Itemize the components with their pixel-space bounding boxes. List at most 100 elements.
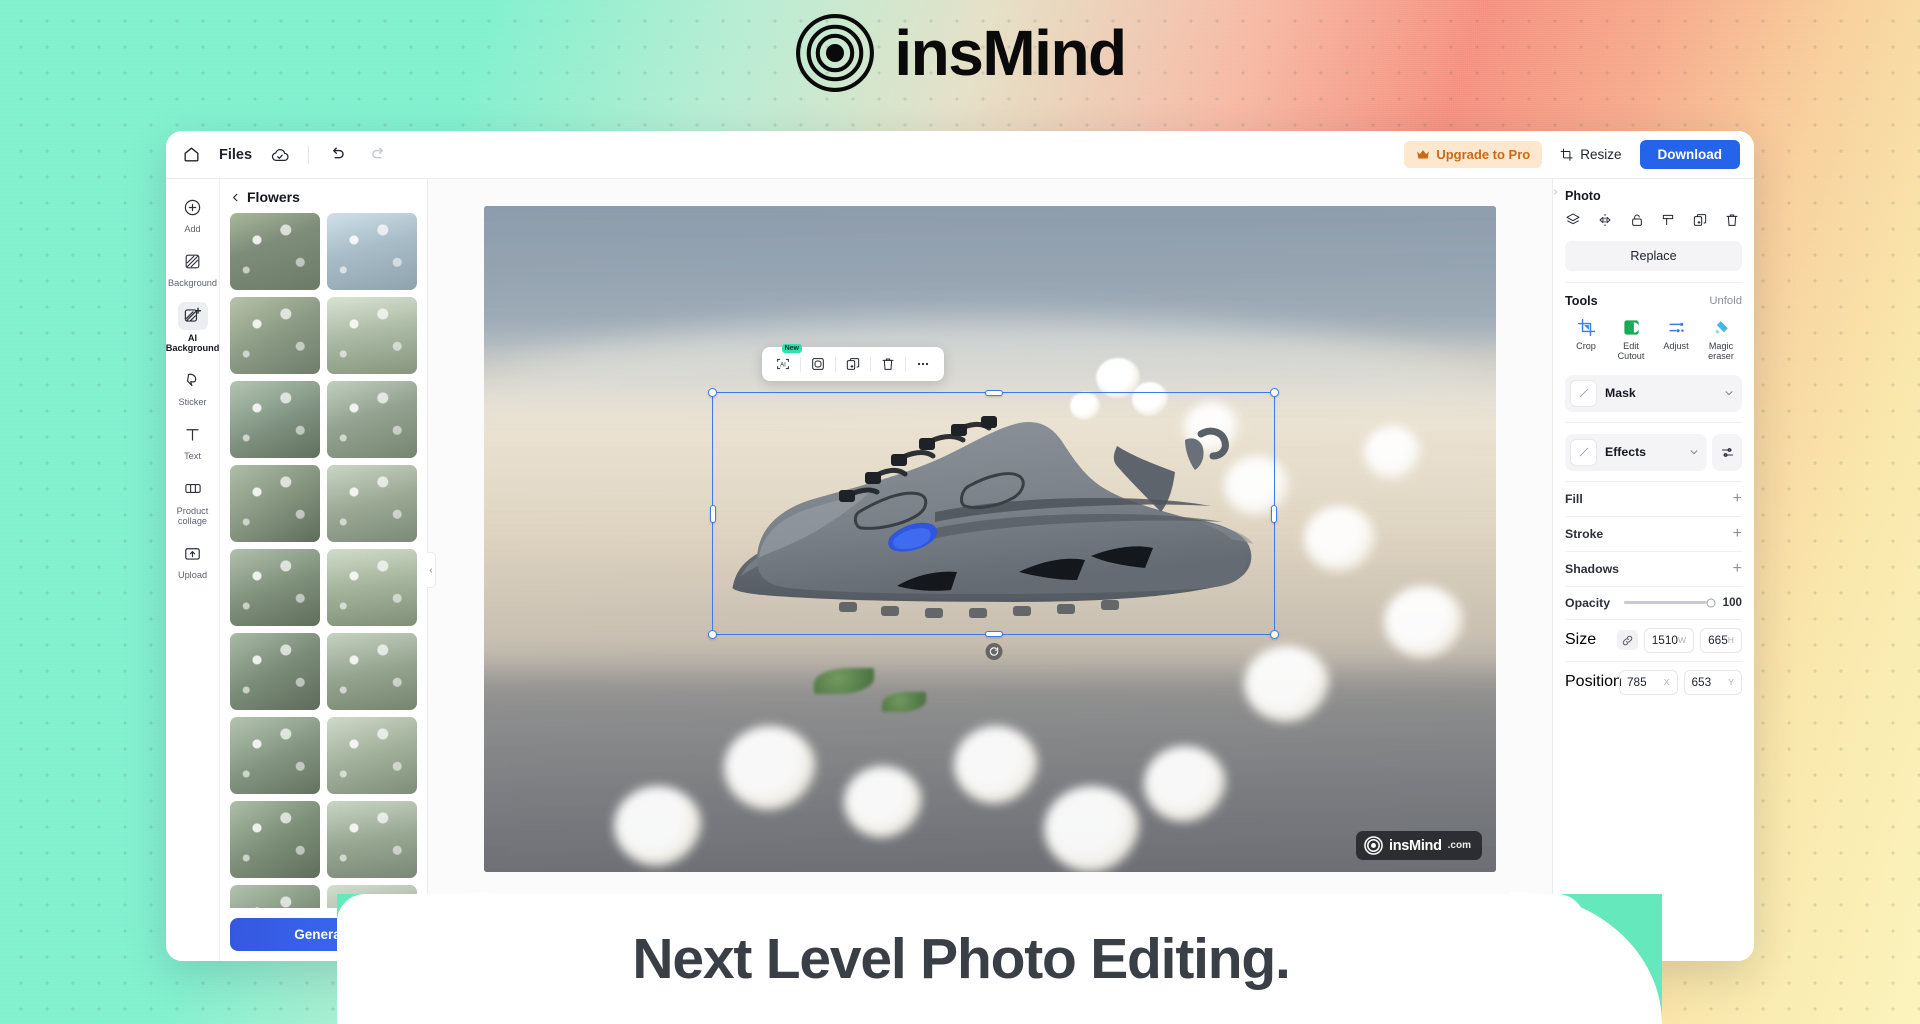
tool-adjust[interactable]: Adjust — [1655, 318, 1697, 362]
opacity-slider[interactable] — [1624, 598, 1716, 608]
thumbnail-item[interactable] — [230, 213, 320, 290]
home-icon[interactable] — [178, 142, 204, 168]
assets-panel: Flowers Generate — [220, 179, 436, 961]
add-shadow-button[interactable]: + — [1733, 560, 1742, 577]
left-tool-rail: Add Background AI Background Sticker Tex… — [166, 179, 220, 961]
thumbnail-item[interactable] — [327, 717, 417, 794]
sidebar-item-text[interactable]: Text — [168, 414, 218, 466]
position-row: Position 785 X 653 Y — [1565, 660, 1742, 703]
product-shoe-image[interactable] — [719, 390, 1267, 634]
thumbnail-item[interactable] — [230, 465, 320, 542]
align-icon[interactable] — [1660, 212, 1676, 228]
resize-button[interactable]: Resize — [1556, 141, 1625, 168]
tool-magic-eraser[interactable]: Magic eraser — [1700, 318, 1742, 362]
redo-icon[interactable] — [365, 142, 391, 168]
trash-icon[interactable] — [871, 349, 905, 379]
position-x-value: 785 — [1627, 675, 1647, 690]
assets-panel-title: Flowers — [247, 189, 300, 205]
layers-icon[interactable] — [1565, 212, 1581, 228]
sidebar-item-label: Background — [167, 278, 218, 289]
size-height-input[interactable]: 665 H — [1700, 627, 1742, 653]
toolbar-divider — [308, 145, 310, 164]
thumbnail-item[interactable] — [327, 549, 417, 626]
chevron-down-icon — [1724, 388, 1734, 398]
thumbnail-item[interactable] — [230, 297, 320, 374]
mask-selector[interactable]: Mask — [1565, 374, 1742, 412]
flower-decor — [844, 766, 922, 838]
sidebar-item-add[interactable]: Add — [168, 187, 218, 239]
thumbnail-item[interactable] — [327, 213, 417, 290]
add-stroke-button[interactable]: + — [1733, 525, 1742, 542]
more-dots-icon[interactable] — [906, 349, 940, 379]
none-diagonal-icon — [1570, 438, 1597, 466]
position-label: Position — [1565, 673, 1622, 691]
text-t-icon — [178, 420, 208, 448]
duplicate-icon[interactable] — [836, 349, 870, 379]
concentric-circles-logo-icon — [1364, 836, 1383, 855]
trash-icon[interactable] — [1724, 212, 1740, 228]
artboard[interactable]: AI New insMind .com — [484, 206, 1496, 872]
download-button[interactable]: Download — [1639, 140, 1740, 169]
tool-edit-cutout[interactable]: Edit Cutout — [1610, 318, 1652, 362]
panel-collapse-handle[interactable] — [427, 552, 436, 588]
sidebar-item-ai-background[interactable]: AI Background — [166, 296, 219, 359]
position-x-input[interactable]: 785 X — [1619, 669, 1678, 695]
sidebar-item-label: Product collage — [176, 505, 209, 527]
thumbnail-item[interactable] — [230, 717, 320, 794]
undo-icon[interactable] — [324, 142, 350, 168]
watermark-tld: .com — [1447, 840, 1471, 851]
page-root: insMind Files Upgrade to Pro Resize Down… — [0, 0, 1920, 1024]
lock-icon[interactable] — [1629, 212, 1645, 228]
chevron-left-icon[interactable] — [230, 192, 241, 203]
thumbnail-item[interactable] — [230, 381, 320, 458]
thumbnail-item[interactable] — [327, 465, 417, 542]
effects-selector[interactable]: Effects — [1565, 433, 1707, 471]
sidebar-item-sticker[interactable]: Sticker — [168, 360, 218, 412]
fill-label: Fill — [1565, 491, 1583, 506]
thumbnail-item[interactable] — [230, 633, 320, 710]
tool-label: Edit Cutout — [1617, 341, 1645, 362]
replace-button[interactable]: Replace — [1565, 241, 1742, 271]
flower-decor — [1304, 506, 1376, 572]
sticker-icon — [178, 366, 208, 394]
inspector-collapse-handle[interactable] — [1552, 187, 1559, 197]
divider — [1565, 282, 1742, 283]
duplicate-icon[interactable] — [1692, 212, 1708, 228]
cloud-sync-icon[interactable] — [267, 142, 293, 168]
thumbnail-item[interactable] — [327, 801, 417, 878]
flip-horizontal-icon[interactable] — [1597, 212, 1613, 228]
sidebar-item-product-collage[interactable]: Product collage — [168, 469, 218, 532]
ai-magic-icon[interactable]: AI New — [766, 344, 802, 379]
canvas-area[interactable]: AI New insMind .com — [428, 179, 1552, 961]
mask-label: Mask — [1605, 386, 1636, 401]
frame-crop-icon[interactable] — [801, 349, 835, 379]
files-menu[interactable]: Files — [219, 147, 252, 163]
link-icon[interactable] — [1616, 630, 1638, 651]
none-diagonal-icon — [1570, 379, 1597, 407]
thumbnail-item[interactable] — [327, 633, 417, 710]
thumbnail-item[interactable] — [230, 885, 320, 908]
fill-row[interactable]: Fill + — [1565, 480, 1742, 516]
thumbnail-item[interactable] — [327, 297, 417, 374]
top-toolbar: Files Upgrade to Pro Resize Download — [166, 131, 1754, 179]
banner-headline: Next Level Photo Editing. — [632, 927, 1290, 991]
thumbnail-item[interactable] — [230, 801, 320, 878]
tools-unfold-link[interactable]: Unfold — [1709, 295, 1742, 307]
upload-folder-icon — [178, 539, 208, 567]
add-fill-button[interactable]: + — [1733, 490, 1742, 507]
sidebar-item-background[interactable]: Background — [168, 241, 218, 293]
thumbnail-item[interactable] — [230, 549, 320, 626]
position-y-input[interactable]: 653 Y — [1683, 669, 1742, 695]
flower-decor — [1044, 786, 1140, 872]
opacity-slider-knob[interactable] — [1706, 598, 1716, 608]
size-width-input[interactable]: 1510 W — [1643, 627, 1695, 653]
upgrade-to-pro-button[interactable]: Upgrade to Pro — [1404, 141, 1543, 168]
flower-decor — [1364, 426, 1422, 480]
thumbnail-item[interactable] — [327, 381, 417, 458]
effects-settings-button[interactable] — [1712, 433, 1742, 471]
sidebar-item-upload[interactable]: Upload — [168, 533, 218, 585]
tool-crop[interactable]: Crop — [1565, 318, 1607, 362]
object-action-icons — [1565, 212, 1742, 228]
shadows-row[interactable]: Shadows + — [1565, 550, 1742, 586]
stroke-row[interactable]: Stroke + — [1565, 515, 1742, 551]
